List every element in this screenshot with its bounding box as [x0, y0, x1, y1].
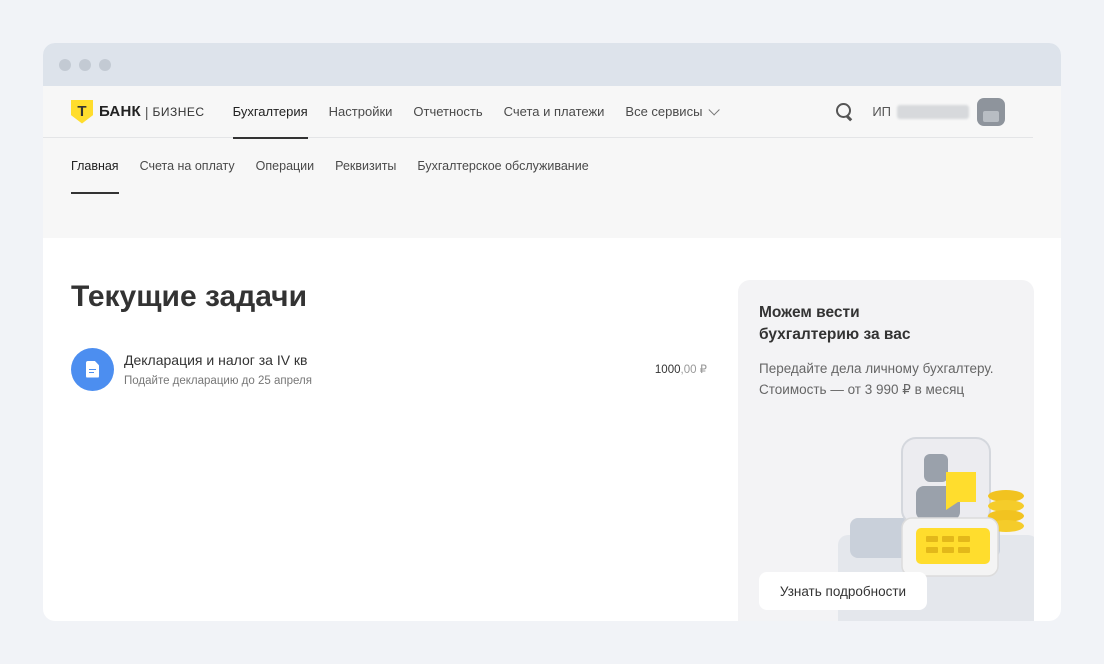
task-amount: 1000,00 ₽	[655, 362, 707, 376]
window-titlebar	[43, 43, 1061, 86]
subnav-item-home[interactable]: Главная	[71, 138, 119, 194]
logo-separator: |	[144, 103, 149, 120]
nav-item-settings[interactable]: Настройки	[329, 86, 393, 138]
illustration-calculator-screen	[916, 528, 990, 564]
subnav-item-label: Главная	[71, 159, 119, 173]
sub-navigation: Главная Счета на оплату Операции Реквизи…	[43, 138, 1061, 194]
header: Т БАНК | БИЗНЕС Бухгалтерия Настройки От…	[43, 86, 1061, 238]
task-text: Декларация и налог за IV кв Подайте декл…	[124, 352, 312, 387]
illustration-key	[958, 547, 970, 553]
task-amount-dec: ,00 ₽	[680, 364, 708, 376]
promo-card: Можем вести бухгалтерию за вас Передайте…	[738, 280, 1034, 621]
logo-letter: Т	[77, 102, 87, 120]
page-title: Текущие задачи	[71, 280, 308, 313]
nav-item-label: Настройки	[328, 104, 393, 119]
illustration-key	[942, 536, 954, 542]
main-content: Текущие задачи Декларация и налог за IV …	[43, 238, 1061, 621]
user-prefix[interactable]: ИП	[872, 104, 891, 119]
task-subtitle: Подайте декларацию до 25 апреля	[124, 374, 312, 387]
subnav-item-label: Реквизиты	[335, 159, 397, 173]
task-document-icon	[71, 347, 114, 391]
nav-item-label: Отчетность	[413, 104, 483, 119]
nav-item-accounting[interactable]: Бухгалтерия	[232, 86, 308, 139]
task-item[interactable]: Декларация и налог за IV кв Подайте декл…	[71, 346, 707, 392]
window-dot-icon	[99, 58, 111, 71]
search-icon[interactable]	[836, 102, 854, 121]
nav-item-reports[interactable]: Отчетность	[413, 86, 482, 138]
document-icon	[86, 360, 99, 378]
browser-window: Т БАНК | БИЗНЕС Бухгалтерия Настройки От…	[43, 43, 1061, 621]
shield-logo-icon: Т	[71, 99, 93, 124]
illustration-person-head	[924, 454, 948, 482]
learn-more-button[interactable]: Узнать подробности	[759, 572, 927, 610]
subnav-item-label: Бухгалтерское обслуживание	[417, 159, 589, 173]
promo-description: Передайте дела личному бухгалтеру. Стоим…	[759, 361, 994, 397]
task-amount-int: 1000	[654, 364, 681, 376]
nav-item-all-services[interactable]: Все сервисы	[625, 86, 721, 138]
nav-item-label: Счета и платежи	[503, 104, 605, 119]
avatar[interactable]	[977, 97, 1005, 126]
window-dot-icon	[59, 58, 71, 71]
chevron-down-icon	[708, 103, 721, 116]
logo-name: БАНК	[99, 103, 141, 120]
illustration-key	[958, 536, 970, 542]
user-name-redacted[interactable]	[897, 104, 969, 119]
nav-item-label: Все сервисы	[625, 104, 703, 119]
subnav-item-requisites[interactable]: Реквизиты	[335, 138, 396, 194]
subnav-item-accounting-service[interactable]: Бухгалтерское обслуживание	[417, 138, 588, 194]
logo-subtitle: БИЗНЕС	[152, 104, 205, 119]
illustration-key	[942, 547, 954, 553]
illustration-key	[926, 536, 938, 542]
top-navigation: Т БАНК | БИЗНЕС Бухгалтерия Настройки От…	[43, 86, 1033, 139]
promo-title: Можем вести бухгалтерию за вас	[759, 304, 911, 343]
subnav-item-label: Счета на оплату	[139, 159, 235, 173]
nav-right-group: ИП	[836, 97, 1005, 126]
subnav-item-operations[interactable]: Операции	[256, 138, 314, 194]
subnav-item-label: Операции	[255, 159, 315, 173]
nav-item-accounts-payments[interactable]: Счета и платежи	[504, 86, 605, 138]
task-title: Декларация и налог за IV кв	[124, 351, 308, 368]
illustration-key	[926, 547, 938, 553]
subnav-item-invoices[interactable]: Счета на оплату	[140, 138, 235, 194]
nav-item-label: Бухгалтерия	[232, 104, 308, 119]
bank-logo[interactable]: Т БАНК | БИЗНЕС	[71, 99, 205, 124]
window-dot-icon	[79, 58, 91, 71]
